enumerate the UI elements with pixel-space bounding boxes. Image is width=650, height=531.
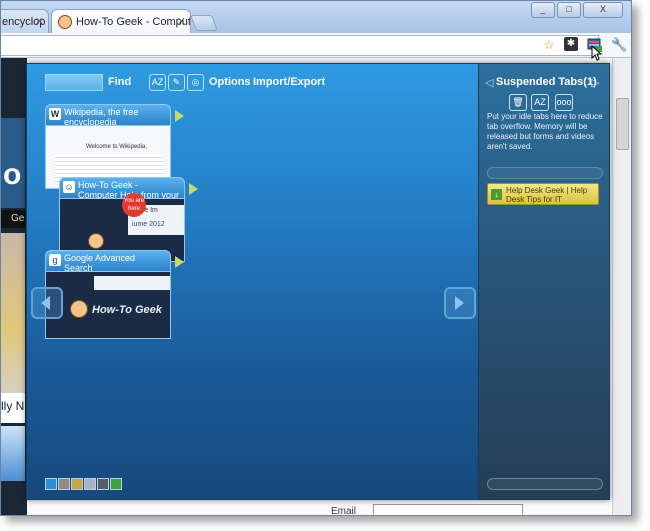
tab-howtogeek[interactable]: How-To Geek - Computer H ✕ <box>51 9 191 33</box>
tab-card-header: g Google Advanced Search <box>45 250 184 273</box>
address-bar[interactable] <box>1 35 599 56</box>
color-swatch[interactable] <box>71 478 83 490</box>
email-label: Email <box>331 506 357 516</box>
page-fragment-image <box>1 426 25 481</box>
browser-window: encyclop ✕ How-To Geek - Computer H ✕ _ … <box>0 0 632 516</box>
arrow-right-icon[interactable]: ▷ <box>591 76 599 89</box>
tab-card[interactable]: g Google Advanced Search How-To Geek <box>45 250 184 339</box>
edit-icon[interactable]: ✎ <box>168 74 185 91</box>
tab-label: How-To Geek - Computer H <box>76 16 191 28</box>
arrow-right-icon <box>455 296 464 310</box>
chrome-icon[interactable]: ◎ <box>187 74 204 91</box>
color-swatch[interactable] <box>58 478 70 490</box>
window-controls: _ □ X <box>529 2 623 18</box>
page-fragment-word: Ge <box>11 213 25 224</box>
extension-icon[interactable]: ✱ <box>564 37 578 51</box>
scroll-down-button[interactable] <box>487 478 603 490</box>
page-fragment-word: lly N <box>1 399 25 413</box>
color-swatch[interactable] <box>84 478 96 490</box>
star-icon[interactable]: ☆ <box>541 37 557 53</box>
geek-mascot-icon <box>70 300 88 318</box>
page-fragment-image <box>1 233 25 393</box>
options-link[interactable]: Options <box>209 76 251 88</box>
minimize-button[interactable]: _ <box>531 2 555 18</box>
wrench-icon[interactable]: 🔧 <box>611 37 627 53</box>
title-bar: encyclop ✕ How-To Geek - Computer H ✕ _ … <box>1 1 631 33</box>
tab-manager-overlay: Find AZ ✎ ◎ Options Import/Export W Wiki… <box>26 63 610 500</box>
trash-icon[interactable]: 🗑 <box>509 94 527 111</box>
download-icon: ↓ <box>491 189 502 200</box>
new-tab-button[interactable] <box>190 15 218 31</box>
sort-az-icon[interactable]: AZ <box>149 74 166 91</box>
wikipedia-favicon-icon: W <box>49 108 61 120</box>
ooo-icon[interactable]: ooo <box>555 94 573 111</box>
page-fragment: lly N <box>1 393 25 423</box>
tab-card-title: Wikipedia, the free encyclopedia <box>64 107 139 127</box>
suspended-tabs-title: Suspended Tabs(1) <box>496 76 597 88</box>
scrollbar-thumb[interactable] <box>616 98 629 150</box>
page-scrollbar[interactable] <box>612 58 631 515</box>
color-swatch[interactable] <box>97 478 109 490</box>
find-button[interactable]: Find <box>108 76 131 88</box>
thumb-logo: How-To Geek <box>92 304 162 316</box>
tab-card-thumbnail: How-To Geek <box>45 272 171 339</box>
suspended-tab-item[interactable]: ↓ Help Desk Geek | Help Desk Tips for IT <box>487 183 599 205</box>
mouse-cursor-icon <box>591 44 603 66</box>
tab-card-title: Google Advanced Search <box>64 253 136 273</box>
close-window-button[interactable]: X <box>583 2 623 18</box>
tab-card-header: W Wikipedia, the free encyclopedia <box>45 104 184 127</box>
google-favicon-icon: g <box>49 254 61 266</box>
scroll-up-button[interactable] <box>487 167 603 179</box>
tab-card-header: ☺ How-To Geek - Computer Help from your … <box>59 177 198 210</box>
howtogeek-favicon-icon <box>58 15 72 30</box>
arrow-right-icon[interactable] <box>189 183 198 195</box>
page-left-strip: o Ge lly N <box>1 58 27 515</box>
tab-wikipedia[interactable]: encyclop ✕ <box>1 9 49 33</box>
thumb-heading: Welcome to Wikipedia, <box>86 144 147 150</box>
thumb-banner <box>94 276 170 290</box>
sort-az-icon[interactable]: AZ <box>531 94 549 111</box>
browser-toolbar: ☆ ✱ 🔧 <box>1 33 631 58</box>
prev-page-button[interactable] <box>31 287 63 319</box>
thumb-date: iume 2012 <box>132 221 165 228</box>
next-page-button[interactable] <box>444 287 476 319</box>
page-fragment-letter: o <box>3 158 22 191</box>
you-are-here-bubble: You are here <box>122 193 146 217</box>
arrow-left-icon[interactable]: ◁ <box>485 76 493 89</box>
color-swatch[interactable] <box>45 478 57 490</box>
page-fragment: Ge <box>1 210 25 228</box>
maximize-button[interactable]: □ <box>557 2 581 18</box>
close-icon[interactable]: ✕ <box>35 10 44 33</box>
howtogeek-favicon-icon: ☺ <box>63 181 75 193</box>
geek-mascot-icon <box>88 233 104 249</box>
page-fragment: o <box>1 118 25 208</box>
import-export-link[interactable]: Import/Export <box>253 76 325 88</box>
close-icon[interactable]: ✕ <box>177 10 186 33</box>
suspended-tabs-description: Put your idle tabs here to reduce tab ov… <box>487 112 603 151</box>
arrow-left-icon <box>41 296 50 310</box>
suspended-tabs-panel: ◁ Suspended Tabs(1) ▷ 🗑 AZ ooo Put your … <box>478 64 609 499</box>
email-field[interactable] <box>373 504 523 515</box>
arrow-right-icon[interactable] <box>175 110 184 122</box>
color-swatch[interactable] <box>110 478 122 490</box>
suspended-tab-label: Help Desk Geek | Help Desk Tips for IT <box>506 186 588 204</box>
arrow-right-icon[interactable] <box>175 256 184 268</box>
find-input[interactable] <box>45 74 103 91</box>
